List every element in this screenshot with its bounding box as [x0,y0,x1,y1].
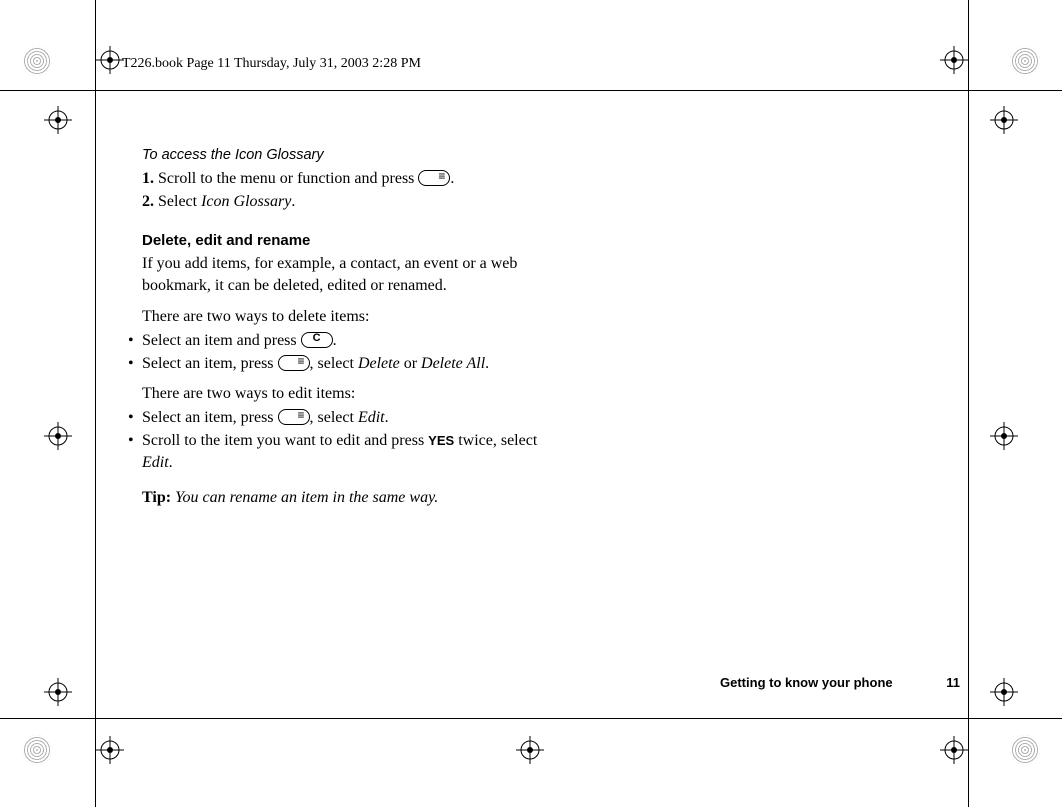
reg-mark [990,678,1018,706]
ring-mark-tr [1010,46,1040,76]
list-item: Select an item and press . [128,330,538,352]
footer-page-number: 11 [946,674,960,692]
item-em: Edit [142,454,169,471]
item-text: Select an item, press [142,355,278,372]
reg-mark [940,736,968,764]
ring-mark-tl [22,46,52,76]
tip-paragraph: Tip: You can rename an item in the same … [142,487,538,509]
reg-mark [96,46,124,74]
reg-mark [940,46,968,74]
step-number: 2. [130,191,154,213]
list-item: Select an item, press , select Edit. [128,407,538,429]
item-text: Select an item, press [142,409,278,426]
edit-lead: There are two ways to edit items: [142,383,538,405]
intro-paragraph: If you add items, for example, a contact… [142,253,538,296]
reg-mark [96,736,124,764]
reg-mark [516,736,544,764]
item-text-mid: , select [310,409,358,426]
step-number: 1. [130,168,154,190]
item-text: Scroll to the item you want to edit and … [142,432,428,449]
item-em: Delete All [421,355,485,372]
list-item: Scroll to the item you want to edit and … [128,430,538,473]
footer-section: Getting to know your phone [720,674,893,692]
ring-mark-bl [22,735,52,765]
reg-mark [990,106,1018,134]
item-text-after: . [333,332,337,349]
reg-mark [44,422,72,450]
page-content: To access the Icon Glossary 1. Scroll to… [128,146,538,509]
reg-mark [44,106,72,134]
steps-list: 1. Scroll to the menu or function and pr… [128,168,538,213]
menu-key-icon [278,355,310,371]
right-rule [968,0,969,807]
reg-mark [990,422,1018,450]
yes-key-label: YES [428,433,454,448]
step-text: Select [158,193,201,210]
access-glossary-heading: To access the Icon Glossary [142,146,538,166]
delete-list: Select an item and press . Select an ite… [128,330,538,375]
item-text-after: . [169,454,173,471]
step-text: Scroll to the menu or function and press [158,170,418,187]
item-text-after: . [485,355,489,372]
step-text-after: . [291,193,295,210]
document-path-header: T226.book Page 11 Thursday, July 31, 200… [122,55,421,74]
menu-key-icon [278,409,310,425]
item-text: Select an item and press [142,332,301,349]
delete-lead: There are two ways to delete items: [142,306,538,328]
item-text-mid: , select [310,355,358,372]
tip-label: Tip: [142,489,171,506]
menu-key-icon [418,170,450,186]
step-2: 2. Select Icon Glossary. [142,191,538,213]
edit-list: Select an item, press , select Edit. Scr… [128,407,538,474]
item-em: Edit [358,409,385,426]
tip-body: You can rename an item in the same way. [171,489,438,506]
list-item: Select an item, press , select Delete or… [128,353,538,375]
c-key-icon [301,332,333,348]
bottom-rule [0,718,1062,719]
top-rule [0,90,1062,91]
section-heading: Delete, edit and rename [142,231,538,251]
item-text-mid: twice, select [454,432,537,449]
item-or: or [400,355,421,372]
item-text-after: . [385,409,389,426]
item-em: Delete [358,355,400,372]
page-footer: Getting to know your phone 11 [0,674,960,692]
step-em: Icon Glossary [201,193,291,210]
ring-mark-br [1010,735,1040,765]
step-1: 1. Scroll to the menu or function and pr… [142,168,538,190]
step-text-after: . [450,170,454,187]
